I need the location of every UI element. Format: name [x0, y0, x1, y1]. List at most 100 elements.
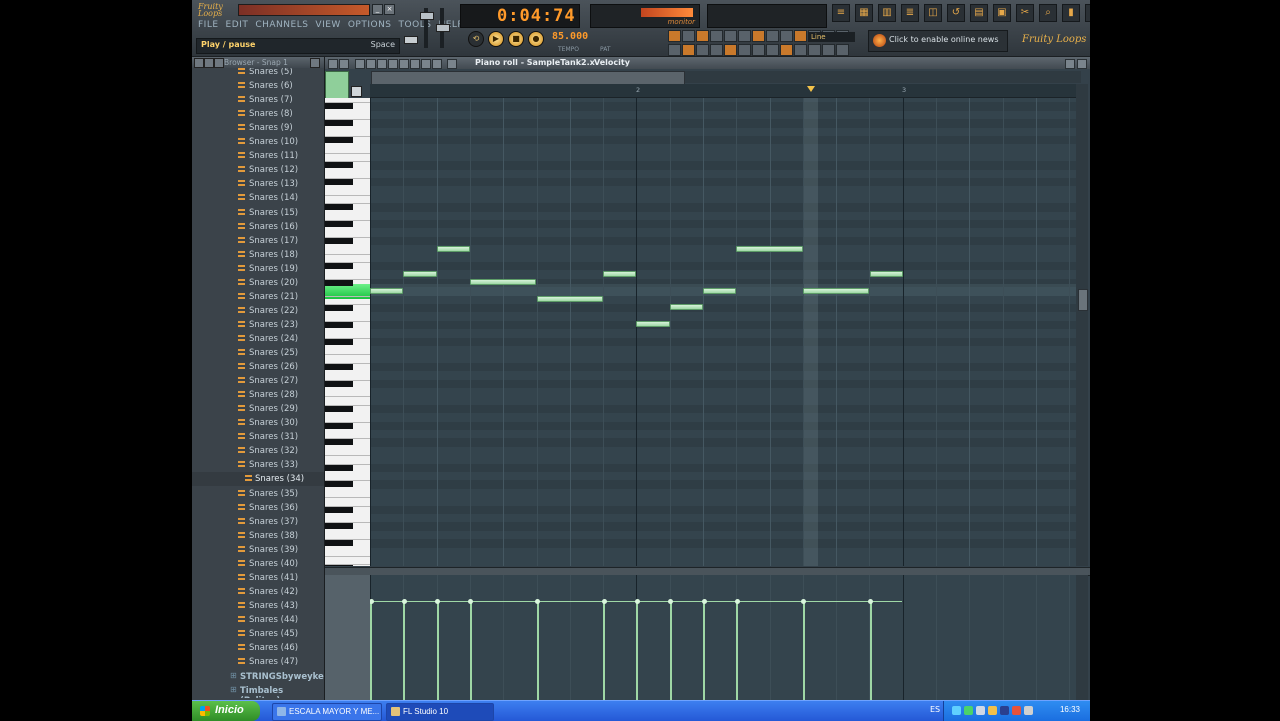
browser-item[interactable]: Snares (22) [192, 304, 324, 318]
note[interactable] [469, 279, 537, 286]
close-icon[interactable] [1077, 59, 1087, 69]
master-volume-slider[interactable] [420, 8, 434, 48]
pr-menu-icon[interactable] [328, 59, 338, 69]
velocity-handle[interactable] [801, 599, 807, 604]
browser-item[interactable]: Snares (29) [192, 402, 324, 416]
toolgrid-button[interactable] [780, 44, 793, 56]
lock-icon[interactable]: ▮ [1062, 4, 1080, 22]
menu-file[interactable]: FILE [198, 20, 219, 34]
browser-item[interactable]: Snares (9) [192, 121, 324, 135]
search-icon[interactable]: ⌕ [1039, 4, 1057, 22]
black-key[interactable] [325, 204, 353, 211]
black-key[interactable] [325, 237, 353, 244]
velocity-handle[interactable] [370, 599, 374, 604]
maximize-icon[interactable] [1065, 59, 1075, 69]
security-icon[interactable] [976, 706, 985, 715]
browser-item[interactable]: Snares (12) [192, 163, 324, 177]
undo-icon[interactable]: ↺ [947, 4, 965, 22]
note[interactable] [436, 245, 470, 252]
browser-list[interactable]: Snares (5) Snares (6) Snares (7) Snares (8)… [192, 68, 324, 698]
toolgrid-button[interactable] [668, 44, 681, 56]
pencil-icon[interactable] [355, 59, 365, 69]
toolgrid-button[interactable] [682, 30, 695, 42]
velocity-bar[interactable] [403, 601, 406, 700]
note[interactable] [370, 287, 404, 294]
black-key[interactable] [325, 565, 353, 566]
browser-item[interactable]: Snares (38) [192, 529, 324, 543]
step-sequencer-icon[interactable]: ▦ [855, 4, 873, 22]
event-scrollbar[interactable] [1076, 575, 1088, 700]
browser-item[interactable]: Snares (18) [192, 248, 324, 262]
help-icon[interactable]: ? [1085, 4, 1090, 22]
velocity-handle[interactable] [634, 599, 640, 604]
tools-icon[interactable]: ✂ [1016, 4, 1034, 22]
piano-keyboard[interactable] [325, 98, 371, 566]
browser-item[interactable]: Snares (32) [192, 444, 324, 458]
note[interactable] [603, 270, 637, 277]
zoom-icon[interactable] [421, 59, 431, 69]
browser-close-icon[interactable] [310, 58, 320, 68]
toolgrid-button[interactable] [696, 44, 709, 56]
browser-item[interactable]: Snares (7) [192, 93, 324, 107]
velocity-bar[interactable] [636, 601, 639, 700]
velocity-bar[interactable] [669, 601, 672, 700]
velocity-bar[interactable] [603, 601, 606, 700]
note[interactable] [669, 304, 703, 311]
minimize-icon[interactable]: _ [372, 4, 383, 15]
velocity-handle[interactable] [535, 599, 540, 604]
browser-item[interactable]: Snares (45) [192, 627, 324, 641]
browser-item[interactable]: Snares (35) [192, 487, 324, 501]
volume-icon[interactable] [988, 706, 997, 715]
black-key[interactable] [325, 338, 353, 345]
close-icon[interactable]: × [384, 4, 395, 15]
master-button[interactable] [404, 36, 418, 44]
playback-icon[interactable] [432, 59, 442, 69]
browser-folder[interactable]: ⊞ STRINGSbyweykel [192, 670, 324, 684]
media-icon[interactable] [964, 706, 973, 715]
loop-icon[interactable]: ⟲ [468, 31, 484, 47]
browser-item[interactable]: Snares (36) [192, 501, 324, 515]
browser-item[interactable]: Snares (44) [192, 613, 324, 627]
note[interactable] [736, 245, 803, 252]
playlist-icon[interactable]: ≡ [832, 4, 850, 22]
browser-item[interactable]: Snares (5) [192, 68, 324, 79]
black-key[interactable] [325, 103, 353, 110]
toolgrid-button[interactable] [710, 44, 723, 56]
black-key[interactable] [325, 422, 353, 429]
tempo-box[interactable]: 85.000 TEMPO [552, 31, 594, 53]
antivirus-icon[interactable] [1012, 706, 1021, 715]
velocity-handle[interactable] [401, 599, 407, 604]
black-key[interactable] [325, 321, 353, 328]
news-bar[interactable]: Click to enable online news [868, 30, 1008, 52]
master-pitch-slider[interactable] [436, 8, 450, 48]
browser-item[interactable]: Snares (33) [192, 458, 324, 472]
browser-item[interactable]: Snares (24) [192, 332, 324, 346]
toolgrid-button[interactable] [780, 30, 793, 42]
velocity-bar[interactable] [536, 601, 539, 700]
toolgrid-button[interactable] [738, 30, 751, 42]
browser-item[interactable]: Snares (42) [192, 585, 324, 599]
toolgrid-button[interactable] [836, 44, 849, 56]
browser-item[interactable]: Snares (40) [192, 557, 324, 571]
black-key[interactable] [325, 162, 353, 169]
velocity-handle[interactable] [668, 599, 674, 604]
browser-item[interactable]: Snares (34) [192, 472, 324, 487]
browser-item[interactable]: Snares (8) [192, 107, 324, 121]
piano-roll-options-icon[interactable] [351, 86, 362, 97]
menu-options[interactable]: OPTIONS [348, 20, 392, 34]
browser-item[interactable]: Snares (21) [192, 290, 324, 304]
browser-item[interactable]: Snares (47) [192, 655, 324, 669]
toolgrid-button[interactable] [794, 44, 807, 56]
browser-item[interactable]: Snares (39) [192, 543, 324, 557]
time-ruler[interactable]: 2 3 [370, 84, 1076, 98]
browser-item[interactable]: Snares (13) [192, 177, 324, 191]
black-key[interactable] [325, 363, 353, 370]
black-key[interactable] [325, 179, 353, 185]
task-button-fl-studio[interactable]: FL Studio 10 [386, 703, 494, 721]
toolgrid-button[interactable] [738, 44, 751, 56]
menu-channels[interactable]: CHANNELS [255, 20, 308, 34]
note[interactable] [703, 287, 737, 294]
vertical-scrollbar[interactable] [1076, 84, 1088, 566]
browser-item[interactable]: Snares (14) [192, 191, 324, 205]
language-indicator[interactable]: ES [930, 705, 940, 714]
